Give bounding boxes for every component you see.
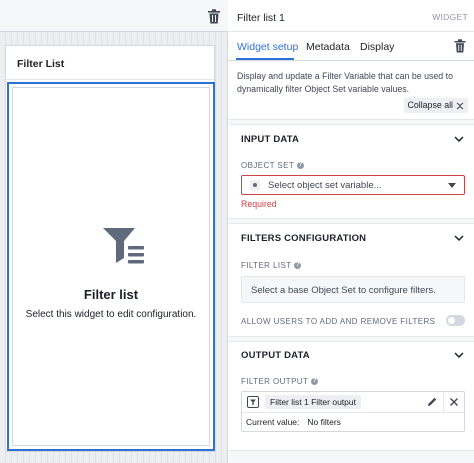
filter-icon <box>247 396 259 408</box>
collapse-icon <box>456 102 464 109</box>
caret-down-icon <box>448 183 456 188</box>
panel-kind-label: WIDGET <box>432 12 468 22</box>
section-separator <box>229 218 474 224</box>
allow-add-remove-label: ALLOW USERS TO ADD AND REMOVE FILTERS <box>241 317 436 326</box>
filter-list-label-text: FILTER LIST <box>241 261 292 270</box>
delete-widget-icon[interactable] <box>454 39 466 53</box>
chevron-down-icon[interactable] <box>454 351 464 359</box>
object-set-label: OBJECT SET ? <box>241 161 305 170</box>
filter-output-label: FILTER OUTPUT ? <box>241 377 319 386</box>
section-separator <box>229 450 474 463</box>
object-set-select[interactable]: Select object set variable... <box>241 175 465 195</box>
divider <box>443 392 444 413</box>
chevron-down-icon[interactable] <box>454 135 464 143</box>
toggle-knob <box>448 317 455 324</box>
current-value-label: Current value: <box>246 417 300 427</box>
current-value-row: Current value: No filters <box>246 417 341 427</box>
section-separator <box>229 336 474 342</box>
tab-display[interactable]: Display <box>360 41 394 53</box>
filter-list-label: FILTER LIST ? <box>241 261 302 270</box>
widget-description: Display and update a Filter Variable tha… <box>237 71 453 94</box>
tab-metadata[interactable]: Metadata <box>306 41 350 53</box>
filter-output-label-text: FILTER OUTPUT <box>241 377 309 386</box>
empty-state-subtitle: Select this widget to edit configuration… <box>25 309 197 320</box>
panel-header: Filter list 1 WIDGET <box>229 0 474 32</box>
widget-selected-body[interactable]: Filter list Select this widget to edit c… <box>7 82 215 451</box>
config-panel: Filter list 1 WIDGET Widget setup Metada… <box>229 0 474 463</box>
filter-list-icon <box>103 228 144 264</box>
collapse-all-label: Collapse all <box>407 100 453 110</box>
filter-output-field: Filter list 1 Filter output Current valu… <box>241 391 465 432</box>
allow-add-remove-toggle[interactable] <box>446 315 465 326</box>
close-icon[interactable] <box>448 396 460 408</box>
trash-icon[interactable] <box>207 9 221 24</box>
section-separator <box>229 119 474 125</box>
canvas-area: Filter List Filter list Select this widg… <box>0 0 228 463</box>
panel-title[interactable]: Filter list 1 <box>237 12 285 24</box>
output-data-section-title[interactable]: OUTPUT DATA <box>241 350 310 361</box>
filter-list-widget[interactable]: Filter List Filter list Select this widg… <box>5 45 215 452</box>
current-value: No filters <box>307 417 341 427</box>
filter-output-row: Filter list 1 Filter output <box>242 392 464 413</box>
help-icon[interactable]: ? <box>294 262 302 269</box>
chevron-down-icon[interactable] <box>454 234 464 242</box>
filter-output-name[interactable]: Filter list 1 Filter output <box>265 395 361 409</box>
widget-inner-frame: Filter list Select this widget to edit c… <box>12 87 210 446</box>
filters-config-section-title[interactable]: FILTERS CONFIGURATION <box>241 233 366 244</box>
help-icon[interactable]: ? <box>311 378 319 385</box>
object-set-icon <box>250 180 260 190</box>
help-icon[interactable]: ? <box>297 162 305 169</box>
object-set-placeholder: Select object set variable... <box>268 180 382 191</box>
collapse-all-button[interactable]: Collapse all <box>403 98 468 113</box>
widget-title: Filter List <box>6 46 214 80</box>
required-error: Required <box>241 199 277 209</box>
tab-widget-setup[interactable]: Widget setup <box>237 41 298 53</box>
empty-state-title: Filter list <box>83 287 139 302</box>
filter-list-placeholder: Select a base Object Set to configure fi… <box>241 276 465 303</box>
object-set-label-text: OBJECT SET <box>241 161 295 170</box>
canvas-toolbar <box>0 0 228 32</box>
input-data-section-title[interactable]: INPUT DATA <box>241 134 299 145</box>
active-tab-indicator <box>236 58 294 60</box>
pencil-icon[interactable] <box>426 396 438 408</box>
panel-tabs: Widget setup Metadata Display <box>229 32 474 61</box>
